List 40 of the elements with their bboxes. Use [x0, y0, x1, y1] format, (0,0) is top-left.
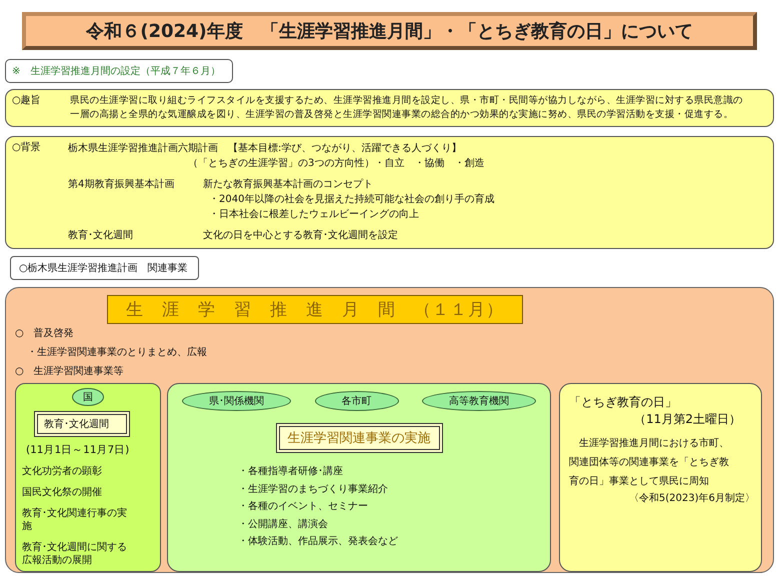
project-item: ・各種のイベント、セミナー [238, 500, 369, 514]
project-item: ・体験活動、作品展示、発表会など [238, 534, 399, 549]
plan-name: 第4期教育振興基本計画 [68, 178, 176, 192]
week-heading: 教育･文化週間 [34, 411, 130, 437]
project-item: ・各種指導者研修･講座 [238, 464, 344, 479]
education-day-text: 生涯学習推進月間における市町、関連団体等の関連事業を「とちぎ教育の日」事業として県民に周知 [569, 436, 730, 489]
plan-detail: ・2040年以降の社会を見据えた持続可能な社会の創り手の育成 [209, 192, 494, 207]
section-label: ○栃木県生涯学習推進計画 関連事業 [10, 256, 199, 280]
purpose-text: 一層の高揚と全県的な気運醸成を図り、生涯学習の普及啓発と生涯学習関連事業の総合的かつ効果的な実施に努め、県民の学習活動を支援・促進する。 [70, 108, 734, 122]
plan-detail: 新たな教育振興基本計画のコンセプト [203, 178, 374, 192]
section-heading: ○ 生涯学習関連事業等 [15, 364, 124, 379]
purpose-text: 県民の生涯学習に取り組むライフスタイルを支援するため、生涯学習推進月間を設定し、県・市町・民間等が協力しながら、生涯学習に対する県民意識の [70, 94, 743, 108]
project-item: ・生涯学習のまちづくり事業紹介 [238, 482, 389, 496]
plan-name: 教育･文化週間 [68, 228, 134, 243]
agency-label: 高等教育機関 [422, 391, 536, 411]
plan-detail: 【基本目標:学び、つながり、活躍できる人づくり】 [228, 142, 462, 156]
month-heading: 生 涯 学 習 推 進 月 間 （１１月） [107, 295, 523, 324]
education-day-date: （11月第2土曜日） [633, 411, 742, 428]
education-day-note: 〈令和5(2023)年6月制定〉 [628, 492, 755, 505]
education-day-title: 「とちぎ教育の日」 [569, 394, 678, 411]
bullet-text: ・生涯学習関連事業のとりまとめ、広報 [26, 346, 207, 360]
section-heading: ○ 普及啓発 [15, 326, 74, 341]
project-item: ・公開講座、講演会 [238, 518, 329, 532]
plan-name: 栃木県生涯学習推進計画六期計画 [68, 142, 218, 156]
agency-label: 各市町 [314, 391, 398, 411]
plan-detail: （「とちぎの生涯学習」の3つの方向性）・自立 ・協働 ・創造 [188, 156, 484, 171]
background-label: ○背景 [12, 141, 42, 155]
plan-detail: 文化の日を中心とする教育･文化週間を設定 [203, 228, 398, 243]
event-item: 教育･文化週間に関する広報活動の展開 [22, 541, 128, 567]
project-heading: 生涯学習関連事業の実施 [276, 423, 442, 453]
week-period: (11月1日～11月7日) [26, 443, 130, 457]
agency-label: 県･関係機関 [182, 391, 291, 411]
event-item: 文化功労者の顕彰 [22, 465, 103, 478]
note-label: ※ 生涯学習推進月間の設定（平成７年６月） [5, 59, 234, 83]
country-label: 国 [72, 388, 104, 406]
purpose-label: ○趣旨 [12, 94, 42, 108]
page-title: 令和６(2024)年度 「生涯学習推進月間」・「とちぎ教育の日」について [22, 12, 757, 50]
plan-detail: ・日本社会に根差したウェルビーイングの向上 [209, 208, 420, 222]
event-item: 教育･文化関連行事の実施 [22, 507, 128, 533]
event-item: 国民文化祭の開催 [22, 486, 103, 499]
